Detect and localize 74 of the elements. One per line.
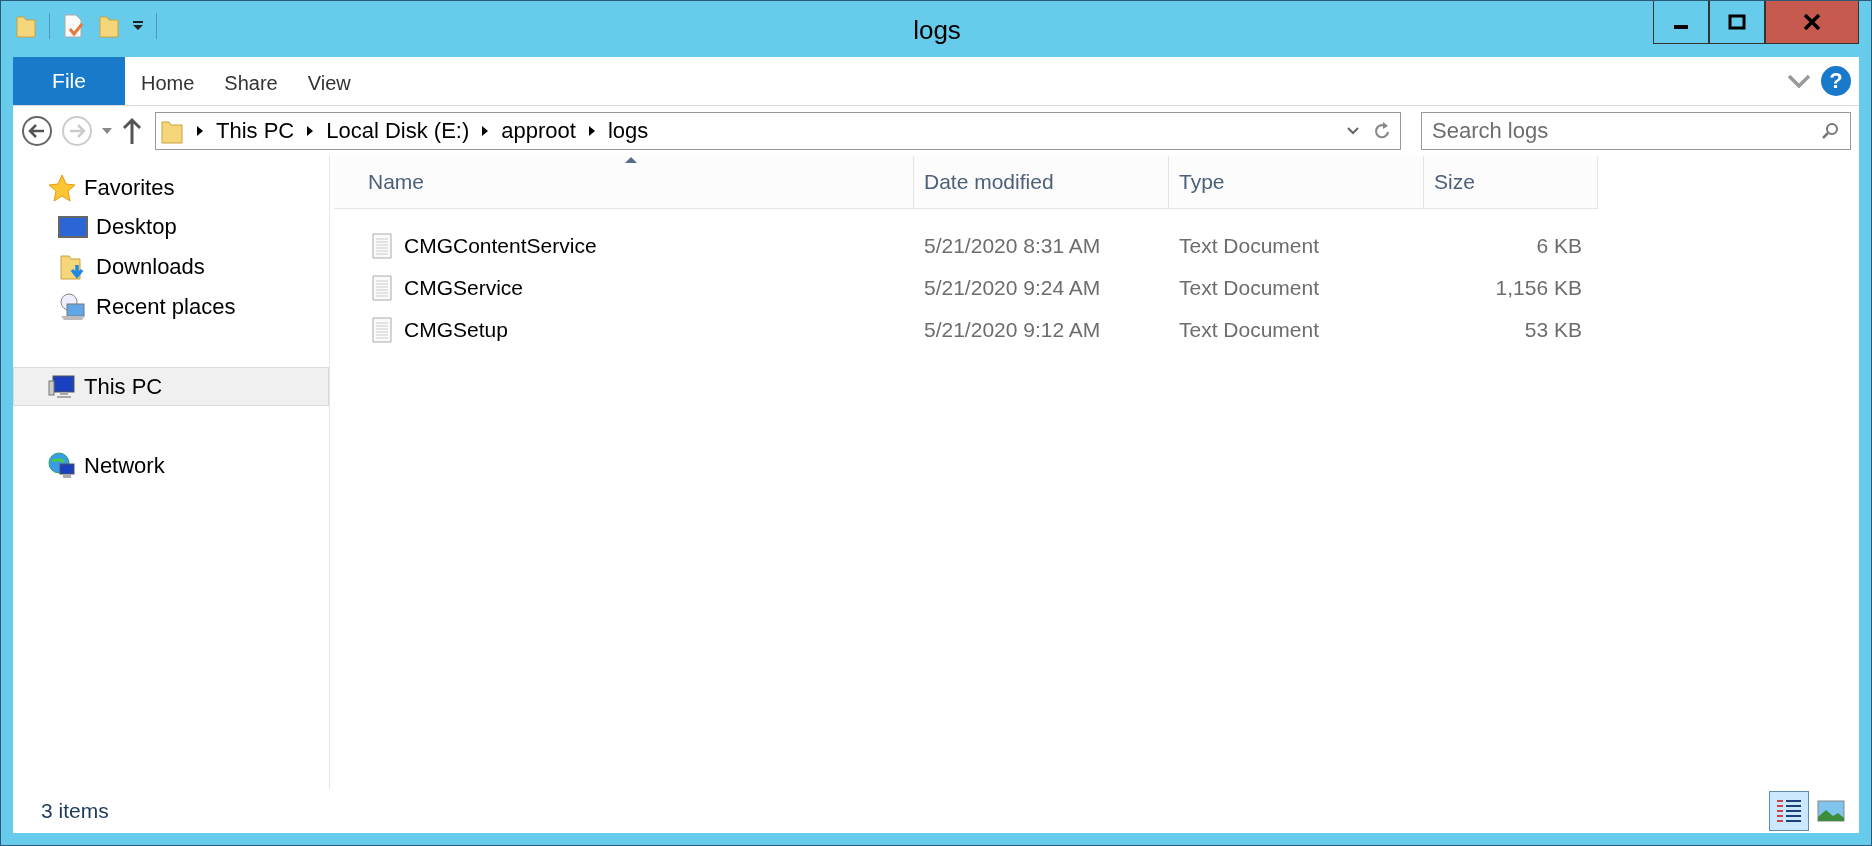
minimize-button[interactable] [1653,1,1709,44]
dropdown-icon[interactable] [132,21,144,31]
sort-arrow-icon [623,156,638,164]
help-button[interactable]: ? [1821,66,1851,96]
ribbon-tab[interactable]: Share [210,61,292,105]
file-size: 1,156 KB [1494,276,1583,300]
breadcrumb[interactable]: logs [607,118,649,144]
column-header[interactable]: Size [1424,156,1598,208]
text-file-icon [372,275,392,301]
file-type: Text Document [1178,234,1321,258]
breadcrumb[interactable]: Local Disk (E:) [326,118,470,144]
expand-ribbon-icon[interactable] [1787,74,1811,88]
file-size: 53 KB [1523,318,1583,342]
file-name: CMGSetup [404,318,508,342]
globe-computer-icon [48,451,76,480]
file-tab[interactable]: File [13,57,125,105]
file-row[interactable]: CMGContentService 5/21/2020 8:31 AM Text Document 6 KB [334,225,1598,267]
computer-icon [48,372,76,401]
sidebar-item[interactable]: Desktop [13,207,329,247]
sidebar-item[interactable]: This PC [13,367,329,406]
chevron-right-icon[interactable] [481,125,490,137]
sidebar-item[interactable]: Downloads [13,247,329,287]
maximize-icon [1728,14,1746,30]
file-row[interactable]: CMGService 5/21/2020 9:24 AM Text Document 1,156 KB [334,267,1598,309]
date-modified: 5/21/2020 9:24 AM [923,276,1102,300]
details-view-button[interactable] [1769,791,1809,831]
minimize-icon [1674,25,1688,29]
monitor-icon [58,215,88,239]
landscape-picture-icon [1817,800,1845,822]
sidebar-label: Recent places [96,294,236,320]
file-size: 6 KB [1535,234,1583,258]
chevron-right-icon[interactable] [306,125,315,137]
up-arrow-icon[interactable] [121,117,143,145]
recent-places-icon [58,292,88,322]
star-icon [48,173,76,202]
column-header[interactable]: Date modified [914,156,1169,208]
text-file-icon [372,317,392,343]
breadcrumb[interactable]: This PC [216,118,295,144]
back-icon[interactable] [21,115,53,147]
column-header[interactable]: Type [1169,156,1424,208]
sidebar-label: Network [84,452,165,479]
dropdown-icon[interactable] [1346,126,1360,136]
date-modified: 5/21/2020 9:12 AM [923,318,1102,342]
maximize-button[interactable] [1709,1,1765,44]
chevron-right-icon[interactable] [196,125,204,137]
file-name: CMGService [404,276,524,300]
sidebar-item[interactable]: Network [13,446,329,485]
file-row[interactable]: CMGSetup 5/21/2020 9:12 AM Text Document 53 KB [334,309,1598,351]
ribbon-tab[interactable]: View [293,61,365,105]
sidebar-label: This PC [84,373,163,400]
search-icon[interactable] [1821,122,1839,140]
ribbon-tab[interactable]: Home [127,61,209,105]
recent-dropdown-icon[interactable] [101,127,113,135]
date-modified: 5/21/2020 8:31 AM [923,234,1102,258]
sidebar-item[interactable]: Recent places [13,287,329,327]
file-type: Text Document [1178,276,1321,300]
close-button[interactable] [1765,1,1859,44]
file-name: CMGContentService [404,234,597,258]
details-list-icon [1775,797,1803,825]
search-field[interactable]: Search logs [1421,112,1851,150]
file-type: Text Document [1178,318,1321,342]
window-title: logs [912,15,962,46]
address-bar[interactable]: This PC Local Disk (E:) approot logs [155,112,1401,150]
chevron-right-icon[interactable] [587,125,596,137]
sidebar-label: Desktop [96,214,177,240]
document-check-icon[interactable] [62,13,86,39]
sidebar-label: Favorites [84,174,175,201]
breadcrumb[interactable]: approot [501,118,576,144]
close-icon [1803,14,1821,30]
column-header[interactable]: Name [334,156,914,208]
sidebar-label: Downloads [96,254,205,280]
sidebar-item[interactable]: Favorites [13,168,329,207]
text-file-icon [372,233,392,259]
item-count: 3 items [41,799,109,823]
